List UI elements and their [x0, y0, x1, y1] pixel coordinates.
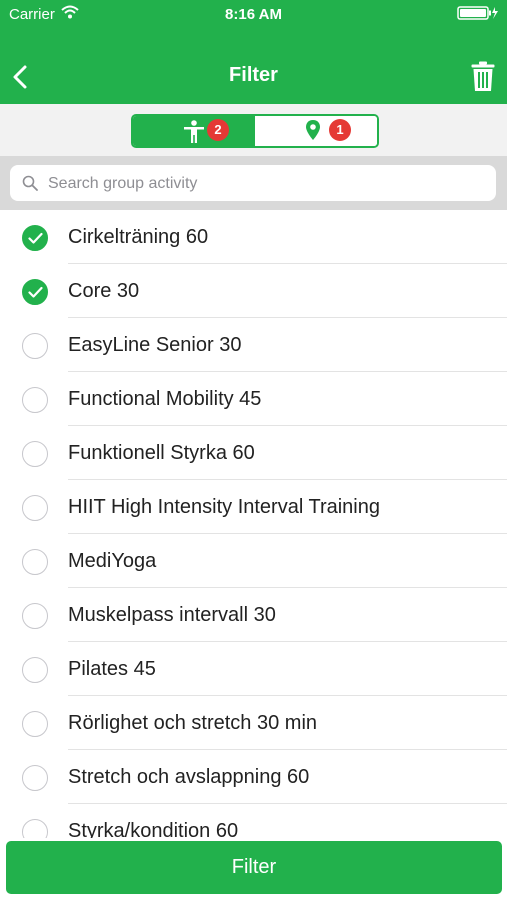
activity-label: Muskelpass intervall 30 — [68, 604, 276, 626]
list-item[interactable]: EasyLine Senior 30 — [0, 318, 507, 372]
list-item[interactable]: Functional Mobility 45 — [0, 372, 507, 426]
activity-label: EasyLine Senior 30 — [68, 334, 242, 356]
activity-label: Funktionell Styrka 60 — [68, 442, 255, 464]
checkbox[interactable] — [22, 765, 48, 791]
checkmark-icon — [28, 286, 43, 298]
footer: Filter — [0, 838, 507, 900]
list-item[interactable]: MediYoga — [0, 534, 507, 588]
activity-label: Stretch och avslappning 60 — [68, 766, 310, 788]
checkbox[interactable] — [22, 711, 48, 737]
checkbox[interactable] — [22, 657, 48, 683]
activities-count-badge: 2 — [207, 119, 229, 141]
checkbox[interactable] — [22, 333, 48, 359]
checkbox[interactable] — [22, 387, 48, 413]
activity-label: Functional Mobility 45 — [68, 388, 262, 410]
trash-icon[interactable] — [471, 61, 495, 92]
checkbox[interactable] — [22, 549, 48, 575]
list-item[interactable]: Muskelpass intervall 30 — [0, 588, 507, 642]
header: Carrier 8:16 AM Filter — [0, 0, 507, 104]
checkbox[interactable] — [22, 225, 48, 251]
status-bar: Carrier 8:16 AM — [0, 0, 507, 28]
activity-label: Core 30 — [68, 280, 140, 302]
search-box[interactable] — [10, 165, 496, 203]
checkbox[interactable] — [22, 279, 48, 305]
person-icon — [184, 120, 204, 143]
search-icon — [22, 175, 38, 191]
checkbox[interactable] — [22, 819, 48, 838]
list-item[interactable]: Funktionell Styrka 60 — [0, 426, 507, 480]
tab-locations[interactable]: 1 — [255, 116, 377, 146]
battery-icon — [457, 6, 498, 20]
activity-label: Pilates 45 — [68, 658, 156, 680]
list-item[interactable]: Pilates 45 — [0, 642, 507, 696]
search-input[interactable] — [46, 165, 490, 203]
segment-bar: 2 1 — [0, 104, 507, 156]
activity-label: HIIT High Intensity Interval Training — [68, 496, 380, 518]
checkbox[interactable] — [22, 603, 48, 629]
checkbox[interactable] — [22, 441, 48, 467]
checkmark-icon — [28, 232, 43, 244]
status-time: 8:16 AM — [225, 6, 282, 23]
activity-list: Cirkelträning 60 Core 30 EasyLine Senior… — [0, 210, 507, 838]
page-title: Filter — [229, 64, 278, 86]
list-item[interactable]: Styrka/kondition 60 — [0, 804, 507, 838]
search-area — [0, 156, 507, 210]
checkbox[interactable] — [22, 495, 48, 521]
list-item[interactable]: Core 30 — [0, 264, 507, 318]
tab-activities[interactable]: 2 — [133, 116, 255, 146]
list-item[interactable]: Stretch och avslappning 60 — [0, 750, 507, 804]
activity-label: Cirkelträning 60 — [68, 226, 209, 248]
list-item[interactable]: Cirkelträning 60 — [0, 210, 507, 264]
locations-count-badge: 1 — [329, 119, 351, 141]
activity-label: MediYoga — [68, 550, 157, 572]
activity-label: Styrka/kondition 60 — [68, 820, 239, 838]
list-item[interactable]: Rörlighet och stretch 30 min — [0, 696, 507, 750]
apply-filter-button[interactable]: Filter — [6, 841, 502, 894]
activity-label: Rörlighet och stretch 30 min — [68, 712, 318, 734]
list-item[interactable]: HIIT High Intensity Interval Training — [0, 480, 507, 534]
map-pin-icon — [306, 120, 320, 140]
filter-type-segmented-control: 2 1 — [131, 114, 379, 148]
